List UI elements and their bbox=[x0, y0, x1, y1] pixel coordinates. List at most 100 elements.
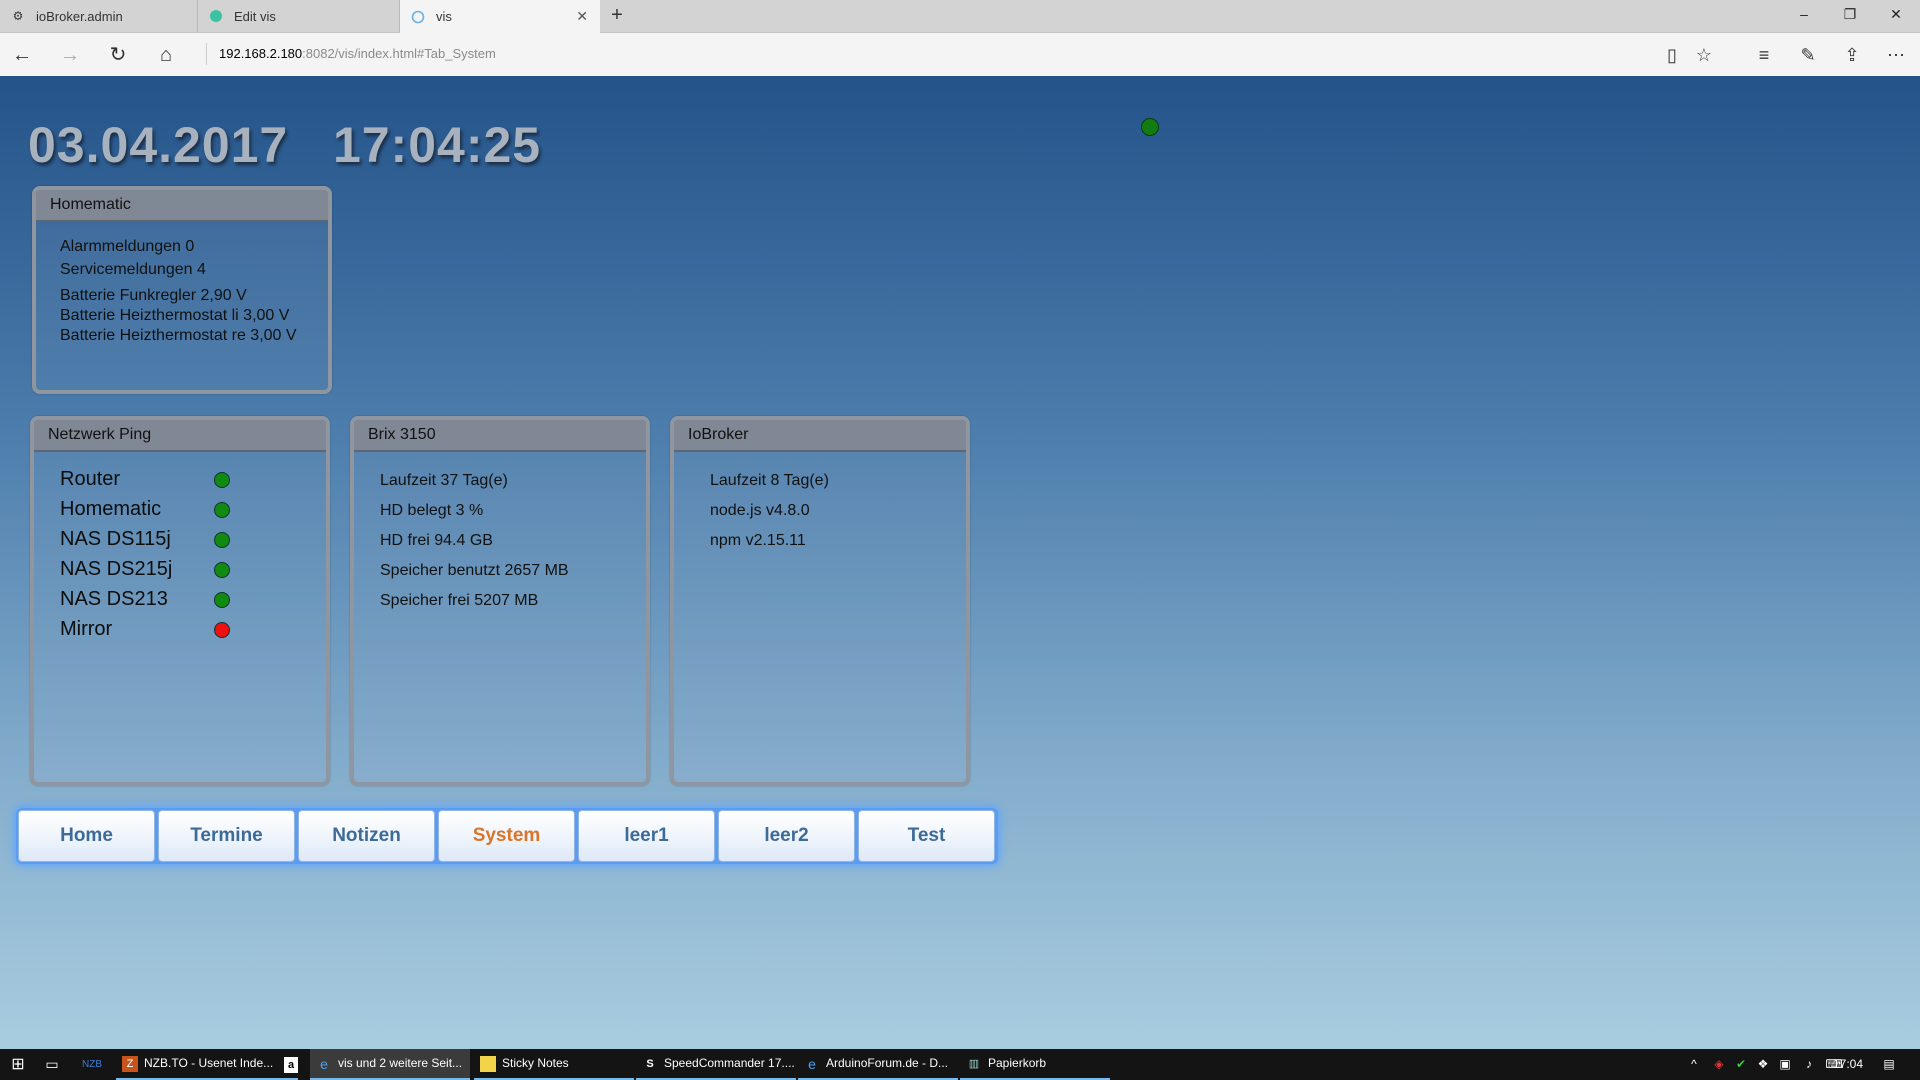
iobroker-line: npm v2.15.11 bbox=[710, 532, 806, 549]
taskbar-item-papierkorb[interactable]: ▥ Papierkorb bbox=[960, 1049, 1110, 1080]
address-bar: ← → ↻ ⌂ 192.168.2.180:8082/vis/index.htm… bbox=[0, 33, 1920, 77]
recycle-bin-icon: ▥ bbox=[968, 1057, 980, 1070]
task-view-icon[interactable]: ▭ bbox=[40, 1049, 64, 1080]
taskbar-label: Sticky Notes bbox=[502, 1056, 569, 1070]
ping-host-name: NAS DS215j bbox=[60, 558, 173, 580]
refresh-icon[interactable]: ↻ bbox=[106, 43, 130, 67]
iobroker-panel: IoBroker Laufzeit 8 Tag(e) node.js v4.8.… bbox=[670, 416, 970, 786]
vis-page: 03.04.2017 17:04:25 Homematic Alarmmeldu… bbox=[0, 76, 1920, 1049]
url-field[interactable]: 192.168.2.180:8082/vis/index.html#Tab_Sy… bbox=[206, 43, 496, 65]
nav-button-leer1[interactable]: leer1 bbox=[578, 810, 715, 862]
home-icon[interactable]: ⌂ bbox=[154, 43, 178, 67]
ping-status-dot bbox=[214, 532, 230, 548]
edge-icon: e bbox=[320, 1055, 328, 1072]
brix-line: HD frei 94.4 GB bbox=[380, 532, 493, 549]
nav-button-notizen[interactable]: Notizen bbox=[298, 810, 435, 862]
tab-iobroker-admin[interactable]: ⚙ ioBroker.admin bbox=[0, 0, 198, 32]
date-text: 03.04.2017 bbox=[28, 117, 289, 173]
ping-host-name: Homematic bbox=[60, 498, 162, 520]
windows-start-icon[interactable]: ⊞ bbox=[6, 1049, 30, 1080]
hub-icon[interactable]: ≡ bbox=[1752, 43, 1776, 67]
more-icon[interactable]: ⋯ bbox=[1884, 43, 1908, 67]
clock[interactable]: 17:04 bbox=[1826, 1049, 1870, 1080]
status-dot bbox=[1141, 118, 1159, 136]
taskbar-item-sticky-notes[interactable]: Sticky Notes bbox=[474, 1049, 634, 1080]
back-arrow-icon[interactable]: ← bbox=[10, 43, 34, 67]
homematic-line: Alarmmeldungen 0 bbox=[60, 238, 195, 255]
nav-button-leer2[interactable]: leer2 bbox=[718, 810, 855, 862]
iobroker-line: Laufzeit 8 Tag(e) bbox=[710, 472, 829, 489]
share-icon[interactable]: ⇪ bbox=[1840, 43, 1864, 67]
network-icon[interactable]: ▣ bbox=[1776, 1049, 1794, 1080]
ping-host-name: Router bbox=[60, 468, 121, 490]
ping-status-dot bbox=[214, 472, 230, 488]
time-text: 17:04:25 bbox=[332, 117, 542, 173]
iobroker-line: node.js v4.8.0 bbox=[710, 502, 810, 519]
taskbar-label: NZB.TO - Usenet Inde... bbox=[144, 1056, 274, 1070]
vis-edit-icon bbox=[208, 8, 224, 24]
date-time-display: 03.04.2017 17:04:25 bbox=[28, 116, 541, 174]
ping-status-dot bbox=[214, 502, 230, 518]
browser-tab-strip: ⚙ ioBroker.admin Edit vis vis ✕ + – ❐ ✕ bbox=[0, 0, 1920, 33]
homematic-line: Batterie Heizthermostat li 3,00 V bbox=[60, 307, 290, 324]
nav-button-termine[interactable]: Termine bbox=[158, 810, 295, 862]
new-tab-button[interactable]: + bbox=[606, 4, 628, 27]
homematic-line: Servicemeldungen 4 bbox=[60, 261, 206, 278]
panel-title: Brix 3150 bbox=[354, 420, 646, 452]
taskbar-label: SpeedCommander 17.... bbox=[664, 1056, 795, 1070]
sticky-notes-icon bbox=[480, 1055, 496, 1072]
close-icon[interactable]: ✕ bbox=[576, 8, 588, 25]
forward-arrow-icon[interactable]: → bbox=[58, 43, 82, 67]
url-host: 192.168.2.180 bbox=[219, 46, 303, 61]
panel-title: IoBroker bbox=[674, 420, 966, 452]
ping-status-dot bbox=[214, 592, 230, 608]
tab-edit-vis[interactable]: Edit vis bbox=[198, 0, 400, 32]
tray-app-icon[interactable]: ◈ bbox=[1710, 1049, 1728, 1080]
notifications-icon[interactable]: ▤ bbox=[1878, 1049, 1900, 1080]
brix-line: Laufzeit 37 Tag(e) bbox=[380, 472, 508, 489]
ping-host-name: Mirror bbox=[60, 618, 113, 640]
taskbar-item-amazon[interactable]: a bbox=[278, 1049, 304, 1080]
brix-line: Speicher frei 5207 MB bbox=[380, 592, 539, 609]
minimize-button[interactable]: – bbox=[1794, 6, 1814, 22]
amazon-icon: a bbox=[284, 1056, 298, 1073]
homematic-line: Batterie Heizthermostat re 3,00 V bbox=[60, 327, 297, 344]
ping-host-name: NAS DS115j bbox=[60, 528, 171, 550]
chevron-up-icon[interactable]: ^ bbox=[1686, 1049, 1702, 1080]
url-path: :8082/vis/index.html#Tab_System bbox=[302, 46, 496, 61]
volume-icon[interactable]: ♪ bbox=[1800, 1049, 1818, 1080]
taskbar-item-edge[interactable]: e vis und 2 weitere Seit... bbox=[310, 1049, 470, 1080]
tab-vis[interactable]: vis ✕ bbox=[400, 0, 600, 33]
nav-button-system[interactable]: System bbox=[438, 810, 575, 862]
panel-title: Homematic bbox=[36, 190, 328, 222]
tab-label: Edit vis bbox=[234, 8, 276, 24]
favorite-star-icon[interactable]: ☆ bbox=[1692, 43, 1716, 67]
homematic-panel: Homematic Alarmmeldungen 0 Servicemeldun… bbox=[32, 186, 332, 394]
vis-icon bbox=[410, 9, 426, 25]
taskbar-item-speedcommander[interactable]: S SpeedCommander 17.... bbox=[636, 1049, 796, 1080]
close-window-button[interactable]: ✕ bbox=[1886, 6, 1906, 23]
taskbar-item-nzb[interactable]: Z NZB.TO - Usenet Inde... bbox=[116, 1049, 298, 1080]
tray-check-icon[interactable]: ✔ bbox=[1732, 1049, 1750, 1080]
nav-button-home[interactable]: Home bbox=[18, 810, 155, 862]
taskbar-label: ArduinoForum.de - D... bbox=[826, 1056, 949, 1070]
tab-label: ioBroker.admin bbox=[36, 8, 123, 24]
ie-icon: e bbox=[808, 1055, 816, 1072]
nzb-pinned-icon[interactable]: NZB bbox=[80, 1049, 104, 1080]
web-note-icon[interactable]: ✎ bbox=[1796, 43, 1820, 67]
speedcommander-icon: S bbox=[646, 1057, 654, 1070]
restore-button[interactable]: ❐ bbox=[1840, 6, 1860, 23]
brix-line: Speicher benutzt 2657 MB bbox=[380, 562, 569, 579]
gear-icon: ⚙ bbox=[12, 9, 24, 23]
vis-nav-menu: Home Termine Notizen System leer1 leer2 … bbox=[16, 808, 998, 864]
brix-line: HD belegt 3 % bbox=[380, 502, 484, 519]
nav-button-test[interactable]: Test bbox=[858, 810, 995, 862]
windows-taskbar: ⊞ ▭ NZB Z NZB.TO - Usenet Inde... a e vi… bbox=[0, 1049, 1920, 1080]
taskbar-label: vis und 2 weitere Seit... bbox=[338, 1056, 463, 1070]
taskbar-item-arduinoforum[interactable]: e ArduinoForum.de - D... bbox=[798, 1049, 958, 1080]
panel-title: Netzwerk Ping bbox=[34, 420, 326, 452]
network-ping-panel: Netzwerk Ping Router Homematic NAS DS115… bbox=[30, 416, 330, 786]
reading-view-icon[interactable]: ▯ bbox=[1660, 43, 1684, 67]
ping-host-name: NAS DS213 bbox=[60, 588, 168, 610]
dropbox-icon[interactable]: ❖ bbox=[1754, 1049, 1772, 1080]
